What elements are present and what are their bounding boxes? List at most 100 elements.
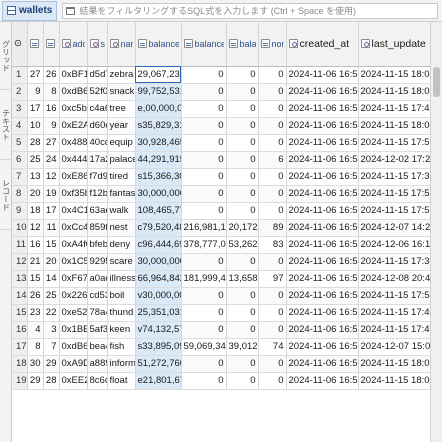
table-cell[interactable]: 0x4887 [59,134,88,152]
table-cell[interactable]: 0 [226,287,259,305]
table-cell[interactable]: 5af3c [87,321,108,339]
scrollbar-thumb[interactable] [433,67,440,97]
table-cell[interactable]: 51,272,760,417 [135,355,182,373]
table-row[interactable]: 1426250x2262lcd53boilv30,000,000,0000002… [12,287,431,305]
table-cell[interactable]: s33,895,098,372 [135,338,182,356]
table-cell[interactable]: 0 [258,168,287,186]
column-header-2[interactable]: address [59,22,88,67]
table-cell[interactable]: 0xA4f0l [59,236,88,254]
table-cell[interactable]: 25,351,031,293 [135,304,182,322]
table-cell[interactable]: walk [107,202,136,220]
column-header-7[interactable]: bala [226,22,259,67]
table-cell[interactable]: 2024-11-06 16:51:50.164 [286,134,359,152]
table-cell[interactable]: 0 [181,355,227,373]
table-cell[interactable]: 0xc5b1E [59,100,88,118]
table-cell[interactable]: 378,777,003,190 [181,236,227,254]
table-row[interactable]: 127260xBF174d5d7zebra29,067,230,29700020… [12,66,431,84]
table-row[interactable]: 713120xE862lf7d9ftireds15,366,309,349000… [12,168,431,186]
table-cell[interactable]: 3 [43,321,60,339]
view-tab-2[interactable]: レコード [0,160,12,230]
table-row[interactable]: 2980xdB6bt52f0csnack99,752,531,340000202… [12,83,431,101]
table-cell[interactable]: thund [107,304,136,322]
table-cell[interactable]: v30,000,000,000 [135,287,182,305]
column-header-4[interactable]: name [107,22,136,67]
table-cell[interactable]: 2024-11-06 16:51:50.164 [286,202,359,220]
table-cell[interactable]: 2024-11-15 17:55:02.123 [358,185,431,203]
table-cell[interactable]: 0 [258,304,287,322]
table-row[interactable]: 820190xf35bEf12b4fantas30,000,000,000000… [12,185,431,203]
table-cell[interactable]: 0xCc44 [59,219,88,237]
column-header-6[interactable]: balance_ [181,22,227,67]
table-cell[interactable]: 97 [258,270,287,288]
table-cell[interactable]: 0 [226,202,259,220]
table-cell[interactable]: tree [107,100,136,118]
table-cell[interactable]: 0xe525l [59,304,88,322]
table-cell[interactable]: tired [107,168,136,186]
table-cell[interactable]: zebra [107,66,136,84]
table-cell[interactable]: 0 [258,185,287,203]
table-cell[interactable]: 2024-12-06 16:17:34.091 [358,236,431,254]
view-tab-0[interactable]: グリッド [0,22,12,90]
filter-input[interactable]: 結果をフィルタリングするSQL式を入力します (Ctrl + Space を使用… [62,2,438,19]
table-cell[interactable]: 0 [181,100,227,118]
table-cell[interactable]: 44,291,915,435 [135,151,182,169]
table-cell[interactable]: 0 [258,134,287,152]
table-cell[interactable]: 0 [258,321,287,339]
table-row[interactable]: 1221200x1C5dl9295scare30,000,000,0000002… [12,253,431,271]
table-cell[interactable]: 2024-11-06 16:51:50.164 [286,83,359,101]
table-cell[interactable]: a0ae1 [87,270,108,288]
table-cell[interactable]: 8 [43,83,60,101]
vertical-scrollbar[interactable] [430,22,442,442]
table-cell[interactable]: 0 [181,134,227,152]
table-cell[interactable]: 26 [43,66,60,84]
table-cell[interactable]: 0x1BE9l [59,321,88,339]
table-cell[interactable]: 0 [258,117,287,135]
table-cell[interactable]: 0 [258,66,287,84]
table-cell[interactable]: 74 [258,338,287,356]
table-cell[interactable]: e,00,000,000,000 [135,100,182,118]
table-cell[interactable]: 25 [43,287,60,305]
table-cell[interactable]: 2024-11-15 17:40:39.764 [358,304,431,322]
table-row[interactable]: 1012110xCc44859f6nestc79,520,487,168216,… [12,219,431,237]
table-tab[interactable]: wallets [2,0,58,21]
table-cell[interactable]: 29,067,230,297 [135,66,182,84]
table-cell[interactable]: 0x4449 [59,151,88,169]
table-cell[interactable]: 2024-11-06 16:51:50.164 [286,338,359,356]
table-cell[interactable]: 27 [43,134,60,152]
table-row[interactable]: 317160xc5b1Ec4a6treee,00,000,000,0000002… [12,100,431,118]
table-cell[interactable]: 0 [181,185,227,203]
table-cell[interactable]: 0 [226,66,259,84]
table-cell[interactable]: 2024-11-06 16:51:50.164 [286,270,359,288]
table-cell[interactable]: 17 [43,202,60,220]
table-cell[interactable]: d60c [87,117,108,135]
view-tab-1[interactable]: テキスト [0,90,12,160]
table-cell[interactable]: v74,132,572,532 [135,321,182,339]
table-cell[interactable]: 29 [43,355,60,373]
table-row[interactable]: 1315140xF67bca0ae1illness66,964,842,9611… [12,270,431,288]
table-cell[interactable]: s15,366,309,349 [135,168,182,186]
table-cell[interactable]: fish [107,338,136,356]
table-cell[interactable]: 0 [226,304,259,322]
table-cell[interactable]: 0 [181,66,227,84]
table-cell[interactable]: 0 [258,83,287,101]
table-cell[interactable]: 0 [181,321,227,339]
table-cell[interactable]: 0 [258,202,287,220]
table-cell[interactable]: 17 [27,100,44,118]
table-cell[interactable]: 2024-11-06 16:51:50.164 [286,100,359,118]
table-cell[interactable]: 29 [27,372,44,390]
table-cell[interactable]: 30,000,000,000 [135,185,182,203]
table-cell[interactable]: 2024-11-15 17:59:58.209 [358,287,431,305]
table-cell[interactable]: 0xdB6bt [59,83,88,101]
table-cell[interactable]: 2024-11-15 17:43:26.861 [358,321,431,339]
table-cell[interactable]: 53,262,331 [226,236,259,254]
table-cell[interactable]: inform [107,355,136,373]
table-cell[interactable]: f7d9f [87,168,108,186]
results-grid[interactable]: ⊙ iduser_id address symbol name balance_ bala… [12,22,442,442]
table-cell[interactable]: 25 [27,151,44,169]
table-cell[interactable]: 0 [258,253,287,271]
table-cell[interactable]: 23 [27,304,44,322]
table-cell[interactable]: 59,069,345,243 [181,338,227,356]
table-cell[interactable]: scare [107,253,136,271]
column-header-9[interactable]: created_at [286,22,359,67]
column-header-1[interactable]: user_id [43,22,60,67]
